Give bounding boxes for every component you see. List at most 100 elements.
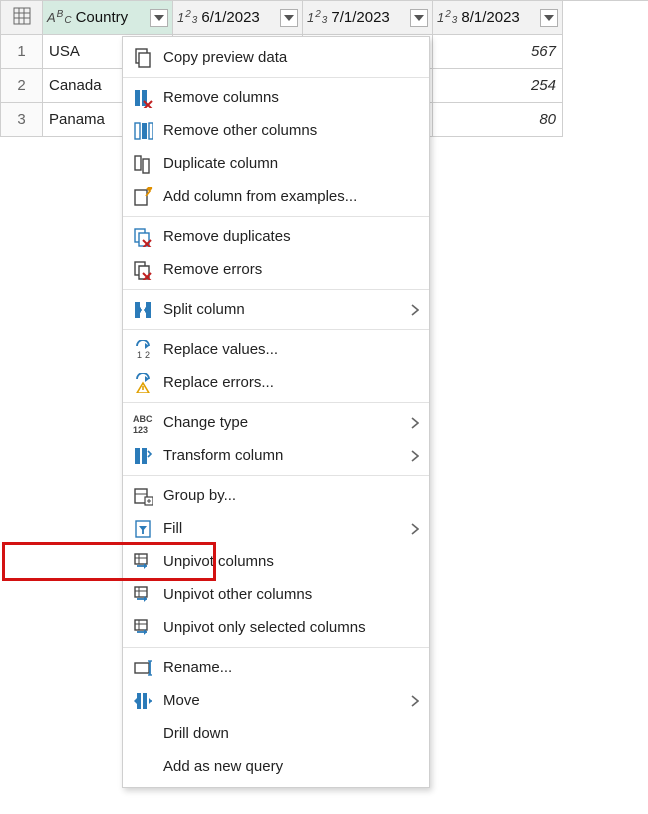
menu-item-move[interactable]: Move: [123, 684, 429, 717]
row-number[interactable]: 1: [1, 35, 43, 69]
no-icon: [131, 756, 155, 778]
menu-item-remove-columns[interactable]: Remove columns: [123, 81, 429, 114]
menu-separator: [123, 402, 429, 403]
submenu-arrow-icon: [411, 417, 419, 429]
menu-item-label: Transform column: [163, 447, 403, 464]
duplicate-column-icon: [131, 153, 155, 175]
menu-item-remove-duplicates[interactable]: Remove duplicates: [123, 220, 429, 253]
menu-item-add-as-new-query[interactable]: Add as new query: [123, 750, 429, 783]
menu-separator: [123, 77, 429, 78]
menu-separator: [123, 329, 429, 330]
cell-value[interactable]: 567: [433, 35, 563, 69]
menu-item-group-by[interactable]: Group by...: [123, 479, 429, 512]
row-number[interactable]: 3: [1, 103, 43, 137]
menu-item-remove-errors[interactable]: Remove errors: [123, 253, 429, 286]
submenu-arrow-icon: [411, 304, 419, 316]
menu-item-label: Replace errors...: [163, 374, 419, 391]
row-number[interactable]: 2: [1, 69, 43, 103]
datatype-number-icon: 123: [177, 10, 197, 25]
copy-icon: [131, 47, 155, 69]
menu-item-label: Rename...: [163, 659, 419, 676]
move-icon: [131, 690, 155, 712]
column-name: 8/1/2023: [461, 9, 536, 26]
change-type-icon: [131, 412, 155, 434]
unpivot-other-columns-icon: [131, 584, 155, 606]
table-icon: [13, 7, 31, 29]
menu-item-label: Duplicate column: [163, 155, 419, 172]
column-header-7-1-2023[interactable]: 123 7/1/2023: [303, 1, 433, 35]
grid-corner[interactable]: [1, 1, 43, 35]
column-name: Country: [76, 9, 146, 26]
menu-item-duplicate-column[interactable]: Duplicate column: [123, 147, 429, 180]
menu-item-fill[interactable]: Fill: [123, 512, 429, 545]
add-column-examples-icon: [131, 186, 155, 208]
column-name: 7/1/2023: [331, 9, 406, 26]
split-column-icon: [131, 299, 155, 321]
menu-item-drill-down[interactable]: Drill down: [123, 717, 429, 750]
submenu-arrow-icon: [411, 523, 419, 535]
column-filter-dropdown[interactable]: [540, 9, 558, 27]
remove-columns-icon: [131, 87, 155, 109]
replace-errors-icon: [131, 372, 155, 394]
menu-item-label: Add column from examples...: [163, 188, 419, 205]
menu-separator: [123, 289, 429, 290]
menu-item-replace-errors[interactable]: Replace errors...: [123, 366, 429, 399]
column-filter-dropdown[interactable]: [280, 9, 298, 27]
no-icon: [131, 723, 155, 745]
menu-item-label: Group by...: [163, 487, 419, 504]
menu-item-copy-preview-data[interactable]: Copy preview data: [123, 41, 429, 74]
context-menu: Copy preview data Remove columns Remove ot…: [122, 36, 430, 788]
submenu-arrow-icon: [411, 695, 419, 707]
menu-item-label: Add as new query: [163, 758, 419, 775]
menu-item-label: Unpivot only selected columns: [163, 619, 419, 636]
menu-item-add-column-from-examples[interactable]: Add column from examples...: [123, 180, 429, 213]
column-header-6-1-2023[interactable]: 123 6/1/2023: [173, 1, 303, 35]
column-filter-dropdown[interactable]: [410, 9, 428, 27]
menu-item-label: Change type: [163, 414, 403, 431]
menu-item-label: Remove duplicates: [163, 228, 419, 245]
remove-other-columns-icon: [131, 120, 155, 142]
menu-item-label: Copy preview data: [163, 49, 419, 66]
rename-icon: [131, 657, 155, 679]
group-by-icon: [131, 485, 155, 507]
menu-separator: [123, 475, 429, 476]
datatype-number-icon: 123: [307, 10, 327, 25]
menu-item-unpivot-only-selected-columns[interactable]: Unpivot only selected columns: [123, 611, 429, 644]
menu-item-unpivot-columns[interactable]: Unpivot columns: [123, 545, 429, 578]
transform-column-icon: [131, 445, 155, 467]
fill-icon: [131, 518, 155, 540]
column-header-8-1-2023[interactable]: 123 8/1/2023: [433, 1, 563, 35]
cell-value[interactable]: 80: [433, 103, 563, 137]
cell-value[interactable]: 254: [433, 69, 563, 103]
menu-item-remove-other-columns[interactable]: Remove other columns: [123, 114, 429, 147]
menu-item-label: Remove columns: [163, 89, 419, 106]
menu-item-split-column[interactable]: Split column: [123, 293, 429, 326]
menu-item-change-type[interactable]: Change type: [123, 406, 429, 439]
menu-item-label: Unpivot columns: [163, 553, 419, 570]
menu-item-label: Drill down: [163, 725, 419, 742]
remove-duplicates-icon: [131, 226, 155, 248]
unpivot-columns-icon: [131, 551, 155, 573]
menu-item-label: Replace values...: [163, 341, 419, 358]
menu-item-unpivot-other-columns[interactable]: Unpivot other columns: [123, 578, 429, 611]
column-header-country[interactable]: ABC Country: [43, 1, 173, 35]
column-name: 6/1/2023: [201, 9, 276, 26]
menu-item-label: Unpivot other columns: [163, 586, 419, 603]
menu-item-label: Split column: [163, 301, 403, 318]
menu-item-transform-column[interactable]: Transform column: [123, 439, 429, 472]
remove-errors-icon: [131, 259, 155, 281]
unpivot-selected-columns-icon: [131, 617, 155, 639]
menu-item-label: Move: [163, 692, 403, 709]
menu-separator: [123, 216, 429, 217]
column-filter-dropdown[interactable]: [150, 9, 168, 27]
submenu-arrow-icon: [411, 450, 419, 462]
datatype-number-icon: 123: [437, 10, 457, 25]
menu-item-label: Remove errors: [163, 261, 419, 278]
menu-item-label: Remove other columns: [163, 122, 419, 139]
datatype-text-icon: ABC: [47, 10, 72, 25]
replace-values-icon: [131, 339, 155, 361]
menu-separator: [123, 647, 429, 648]
menu-item-rename[interactable]: Rename...: [123, 651, 429, 684]
menu-item-label: Fill: [163, 520, 403, 537]
menu-item-replace-values[interactable]: Replace values...: [123, 333, 429, 366]
